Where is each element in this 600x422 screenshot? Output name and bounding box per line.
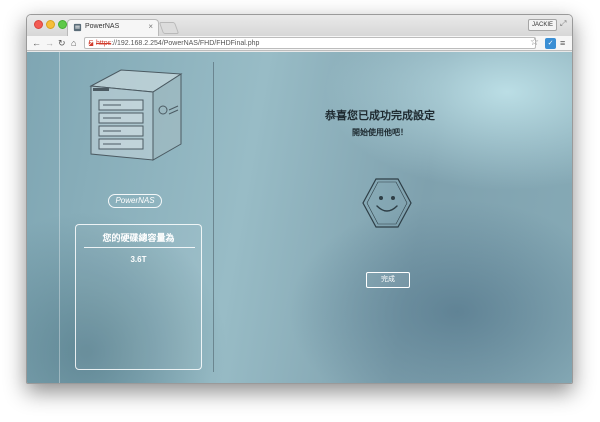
url-scheme: https xyxy=(96,40,112,47)
done-button[interactable]: 完成 xyxy=(366,272,410,288)
url-text: https://192.168.2.254/PowerNAS/FHD/FHDFi… xyxy=(96,39,259,48)
left-edge-divider xyxy=(59,52,60,383)
capacity-separator xyxy=(84,247,195,248)
capacity-panel: 您的硬碟總容量為 3.6T xyxy=(75,224,202,370)
reload-icon[interactable]: ↻ xyxy=(58,37,66,49)
profile-button[interactable]: JACKIE xyxy=(528,19,558,31)
page-subtitle: 開始使用他吧！ xyxy=(352,128,408,137)
forward-arrow-icon[interactable]: → xyxy=(45,37,54,49)
fullscreen-icon[interactable]: ⤢ xyxy=(560,19,566,29)
brand-logo-text: PowerNAS xyxy=(115,196,155,205)
new-tab-button[interactable] xyxy=(158,22,180,34)
tab-powernas[interactable]: PowerNAS × xyxy=(67,19,159,36)
zoom-window-icon[interactable] xyxy=(58,20,67,29)
broken-lock-icon xyxy=(88,40,94,46)
minimize-window-icon[interactable] xyxy=(46,20,55,29)
browser-window: PowerNAS × JACKIE ⤢ ← → ↻ ⌂ https://192.… xyxy=(26,14,573,384)
url-path: ://192.168.2.254/PowerNAS/FHD/FHDFinal.p… xyxy=(111,40,260,47)
browser-toolbar: ← → ↻ ⌂ https://192.168.2.254/PowerNAS/F… xyxy=(27,36,572,51)
extension-icon[interactable]: ✓ xyxy=(545,38,556,49)
address-bar[interactable]: https://192.168.2.254/PowerNAS/FHD/FHDFi… xyxy=(84,37,536,49)
page-content: PowerNAS 您的硬碟總容量為 3.6T 恭喜您已成功完成設定 開始使用他吧… xyxy=(27,52,572,383)
sidebar-divider xyxy=(213,62,214,372)
close-window-icon[interactable] xyxy=(34,20,43,29)
page-title: 恭喜您已成功完成設定 xyxy=(325,110,435,122)
capacity-value: 3.6T xyxy=(130,255,147,264)
nas-device-image xyxy=(89,69,183,161)
tab-title: PowerNAS xyxy=(85,23,120,30)
tab-close-icon[interactable]: × xyxy=(148,22,153,32)
menu-icon[interactable]: ≡ xyxy=(560,37,565,49)
favicon-icon xyxy=(73,23,82,32)
bookmark-star-icon[interactable]: ☆ xyxy=(530,36,539,49)
smiley-hexagon-icon xyxy=(362,178,412,228)
home-icon[interactable]: ⌂ xyxy=(71,37,76,49)
capacity-label: 您的硬碟總容量為 xyxy=(102,233,175,243)
back-arrow-icon[interactable]: ← xyxy=(32,37,41,49)
powernas-logo: PowerNAS xyxy=(108,194,162,208)
tab-strip: PowerNAS × JACKIE ⤢ xyxy=(27,15,572,36)
